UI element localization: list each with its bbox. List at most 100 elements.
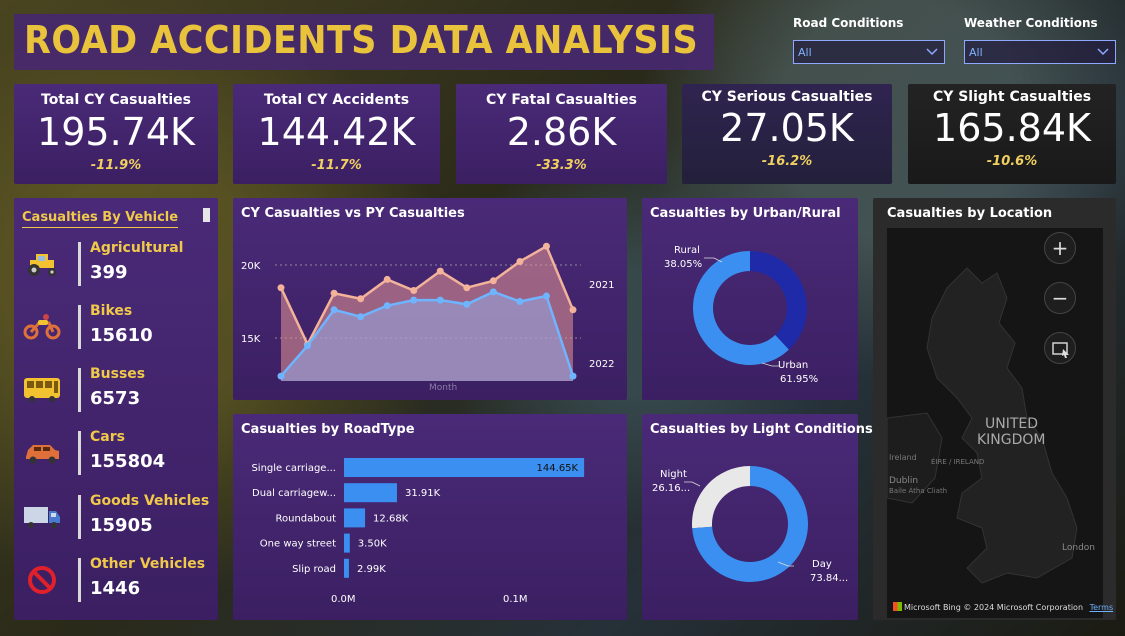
cy-vs-py-panel: CY Casualties vs PY Casualties 20K 15K 2…: [233, 198, 627, 400]
scrollbar[interactable]: [203, 208, 210, 222]
vehicle-panel-title: Casualties By Vehicle: [22, 210, 179, 228]
kpi-label: CY Serious Casualties: [701, 89, 873, 105]
vehicle-row-agricultural[interactable]: Agricultural 399: [14, 240, 218, 288]
series-label-2021: 2021: [589, 280, 614, 291]
cy-vs-py-chart[interactable]: 20K 15K 2021 2022 Month: [233, 198, 627, 400]
vehicle-row-cars[interactable]: Cars 155804: [14, 429, 218, 477]
data-point[interactable]: [357, 295, 365, 303]
vehicle-row-bikes[interactable]: Bikes 15610: [14, 303, 218, 351]
vehicle-value: 15905: [90, 515, 153, 536]
data-point[interactable]: [436, 267, 444, 275]
kpi-card-serious-casualties[interactable]: CY Serious Casualties 27.05K -16.2%: [682, 84, 892, 184]
data-point[interactable]: [569, 372, 577, 380]
kpi-delta: -33.3%: [536, 158, 587, 173]
bar[interactable]: [344, 533, 350, 553]
data-point[interactable]: [383, 275, 391, 283]
roadtype-chart[interactable]: Single carriage... 144.65K Dual carriagew.…: [233, 414, 627, 620]
divider: [78, 368, 81, 412]
bar[interactable]: [344, 558, 349, 578]
urban-rural-donut[interactable]: Rural 38.05% Urban 61.95%: [642, 198, 858, 400]
vehicle-value: 15610: [90, 325, 153, 346]
slice-label-rural: Rural: [674, 245, 700, 256]
data-point[interactable]: [410, 296, 418, 304]
area-fill-2022: [281, 291, 573, 381]
data-point[interactable]: [357, 313, 365, 321]
data-point[interactable]: [410, 286, 418, 294]
road-conditions-filter: Road Conditions All: [793, 16, 945, 66]
kpi-card-total-accidents[interactable]: Total CY Accidents 144.42K -11.7%: [233, 84, 440, 184]
donut-slice-night[interactable]: [692, 466, 750, 529]
data-point[interactable]: [542, 292, 550, 300]
minus-icon: −: [1051, 286, 1069, 310]
kpi-card-slight-casualties[interactable]: CY Slight Casualties 165.84K -10.6%: [908, 84, 1116, 184]
slice-pct-urban: 61.95%: [780, 374, 818, 385]
slice-pct-day: 73.84...: [810, 573, 848, 584]
bar[interactable]: [344, 483, 397, 503]
divider: [78, 305, 81, 349]
car-icon: [26, 445, 59, 464]
x-tick-label: 0.1M: [503, 594, 528, 605]
weather-conditions-filter: Weather Conditions All: [964, 16, 1116, 66]
data-point[interactable]: [277, 372, 285, 380]
select-area-button[interactable]: [1044, 332, 1076, 364]
page-title: ROAD ACCIDENTS DATA ANALYSIS: [24, 18, 699, 62]
prohibited-icon: [28, 566, 56, 594]
data-point[interactable]: [463, 300, 471, 308]
data-point[interactable]: [436, 296, 444, 304]
data-point[interactable]: [489, 288, 497, 296]
kpi-delta: -16.2%: [761, 154, 813, 169]
x-tick-label: 0.0M: [331, 594, 356, 605]
data-point[interactable]: [463, 284, 471, 292]
road-conditions-value: All: [798, 46, 812, 59]
road-conditions-label: Road Conditions: [793, 16, 904, 30]
truck-icon: [24, 507, 60, 528]
zoom-out-button[interactable]: −: [1044, 282, 1076, 314]
motorbike-icon: [23, 314, 61, 340]
vehicle-panel: Casualties By Vehicle Agricultural 399 B…: [14, 198, 218, 620]
light-conditions-donut[interactable]: Night 26.16... Day 73.84...: [642, 414, 858, 620]
road-conditions-dropdown[interactable]: All: [793, 40, 945, 64]
data-point[interactable]: [542, 242, 550, 250]
divider: [78, 495, 81, 539]
tractor-icon: [28, 254, 56, 276]
data-point[interactable]: [304, 342, 312, 350]
terms-link[interactable]: Terms: [1090, 603, 1114, 612]
data-point[interactable]: [277, 284, 285, 292]
kpi-value: 195.74K: [37, 110, 195, 154]
vehicle-value: 1446: [90, 578, 141, 599]
data-point[interactable]: [489, 277, 497, 285]
divider: [78, 242, 81, 286]
vehicle-value: 155804: [90, 451, 166, 472]
data-point[interactable]: [516, 298, 524, 306]
data-point[interactable]: [330, 306, 338, 314]
vehicle-row-busses[interactable]: Busses 6573: [14, 366, 218, 414]
bar[interactable]: [344, 508, 366, 528]
kpi-card-fatal-casualties[interactable]: CY Fatal Casualties 2.86K -33.3%: [456, 84, 667, 184]
chevron-down-icon: [1097, 48, 1109, 56]
vehicle-row-goods[interactable]: Goods Vehicles 15905: [14, 493, 218, 541]
slice-label-day: Day: [812, 559, 832, 570]
data-label: 2.99K: [357, 564, 386, 575]
data-point[interactable]: [330, 289, 338, 297]
divider: [78, 431, 81, 475]
data-point[interactable]: [569, 306, 577, 314]
zoom-in-button[interactable]: +: [1044, 232, 1076, 264]
divider: [78, 558, 81, 602]
kpi-label: Total CY Casualties: [41, 92, 191, 108]
weather-conditions-label: Weather Conditions: [964, 16, 1098, 30]
weather-conditions-dropdown[interactable]: All: [964, 40, 1116, 64]
x-axis-label: Month: [429, 383, 457, 393]
kpi-card-total-casualties[interactable]: Total CY Casualties 195.74K -11.9%: [14, 84, 218, 184]
data-point[interactable]: [383, 302, 391, 310]
donut-slice-rural[interactable]: [750, 251, 807, 350]
kpi-value: 27.05K: [720, 106, 854, 150]
selection-icon: [1052, 342, 1069, 358]
slice-label-urban: Urban: [778, 360, 808, 371]
map-place-label: Dublin: [889, 476, 918, 486]
kpi-label: CY Slight Casualties: [932, 89, 1092, 105]
vehicle-value: 6573: [90, 388, 141, 409]
title-banner: ROAD ACCIDENTS DATA ANALYSIS: [14, 14, 714, 70]
vehicle-row-other[interactable]: Other Vehicles 1446: [14, 556, 218, 604]
map-attribution: Microsoft Bing © 2024 Microsoft Corporat…: [893, 602, 1113, 612]
data-point[interactable]: [516, 257, 524, 265]
